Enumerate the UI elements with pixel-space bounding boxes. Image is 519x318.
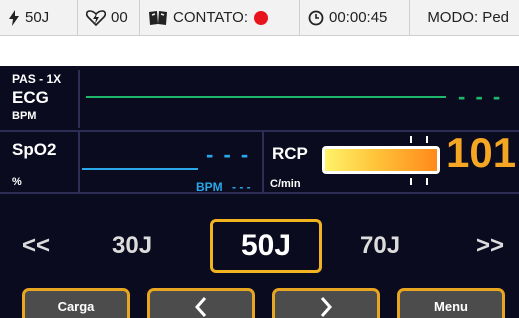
- monitor-panel: PAS - 1X ECG BPM - - - SpO2 % - - - BPM …: [0, 66, 519, 318]
- rcp-unit: C/min: [270, 178, 301, 190]
- spo2-divider: [78, 132, 80, 192]
- ecg-unit: BPM: [12, 110, 37, 122]
- rcp-target-tick-top-2: [426, 136, 428, 143]
- cpr-rate-bar: [322, 146, 440, 174]
- divider-vitals-energy: [0, 192, 519, 194]
- timer-status: 00:00:45: [300, 0, 410, 36]
- right-arrow-icon: [320, 297, 333, 317]
- ecg-label: ECG: [12, 88, 49, 107]
- ecg-value: - - -: [458, 84, 503, 109]
- pads-icon: [149, 10, 167, 25]
- shock-heart-icon: [86, 9, 106, 26]
- energy-next-button[interactable]: >>: [476, 232, 504, 260]
- energy-status: 50J: [0, 0, 78, 36]
- energy-status-value: 50J: [25, 9, 50, 26]
- timer-value: 00:00:45: [329, 9, 388, 26]
- energy-selected-value: 50J: [240, 229, 292, 262]
- spo2-label: SpO2: [12, 140, 57, 159]
- energy-prev-button[interactable]: <<: [22, 232, 50, 260]
- contact-label: CONTATO:: [173, 9, 248, 26]
- charge-button[interactable]: Carga: [22, 288, 130, 318]
- ecg-trace: [86, 96, 446, 98]
- cpr-rate-value: 101: [446, 129, 517, 176]
- energy-option-70j[interactable]: 70J: [360, 232, 400, 260]
- left-button[interactable]: [147, 288, 255, 318]
- rcp-divider: [262, 132, 264, 192]
- rcp-target-tick-top-1: [410, 136, 412, 143]
- spo2-unit: %: [12, 176, 22, 188]
- rcp-target-tick-bottom-2: [426, 178, 428, 185]
- energy-option-30j[interactable]: 30J: [112, 232, 152, 260]
- shock-count-status: 00: [78, 0, 140, 36]
- contact-indicator: [254, 10, 268, 25]
- shock-count-value: 00: [111, 9, 128, 26]
- spo2-value: - - -: [206, 142, 251, 167]
- left-arrow-icon: [194, 297, 207, 317]
- mode-status: MODO: Ped: [410, 0, 519, 36]
- ecg-divider: [78, 70, 80, 128]
- rcp-label: RCP: [272, 144, 308, 163]
- menu-button[interactable]: Menu: [397, 288, 505, 318]
- ecg-lead-label: PAS - 1X: [12, 72, 62, 86]
- menu-button-label: Menu: [434, 299, 468, 314]
- lightning-bolt-icon: [9, 9, 19, 26]
- status-bar: 50J 00 CONTATO: 00:00:45 MODO: Ped: [0, 0, 519, 36]
- clock-icon: [308, 10, 324, 25]
- rcp-target-tick-bottom-1: [410, 178, 412, 185]
- right-button[interactable]: [272, 288, 380, 318]
- spo2-trace: [82, 168, 198, 170]
- mode-value: MODO: Ped: [427, 9, 509, 26]
- energy-selected[interactable]: 50J: [210, 219, 322, 273]
- contact-status: CONTATO:: [140, 0, 300, 36]
- charge-button-label: Carga: [57, 299, 95, 314]
